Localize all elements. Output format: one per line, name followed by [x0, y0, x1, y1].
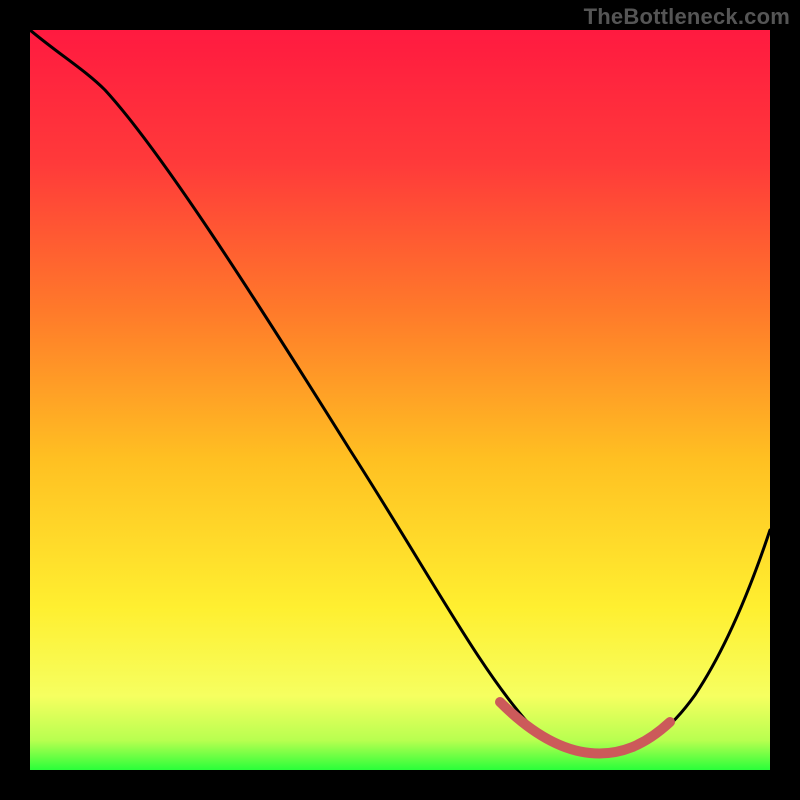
plot-area — [30, 30, 770, 770]
gradient-background — [30, 30, 770, 770]
chart-frame: TheBottleneck.com — [0, 0, 800, 800]
chart-svg — [30, 30, 770, 770]
watermark-text: TheBottleneck.com — [584, 4, 790, 30]
